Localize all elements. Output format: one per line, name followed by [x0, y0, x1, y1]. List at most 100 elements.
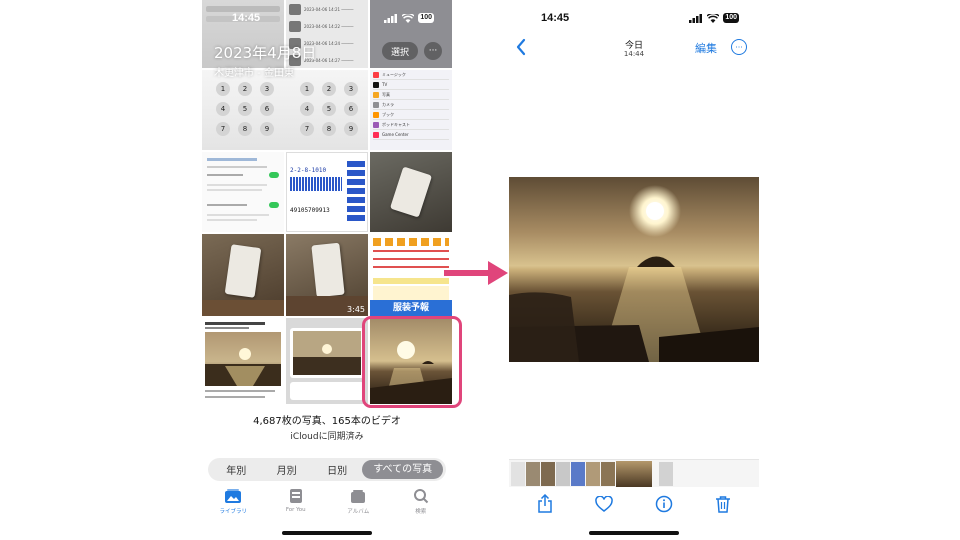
- filmstrip-thumb[interactable]: [571, 462, 585, 486]
- settings-label: Game Center: [382, 132, 409, 137]
- video-duration: 3:45: [347, 305, 365, 314]
- filmstrip-thumb-current[interactable]: [616, 461, 652, 487]
- filmstrip-thumb[interactable]: [601, 462, 615, 486]
- battery-indicator: 100: [418, 13, 434, 23]
- main-photo[interactable]: [509, 177, 759, 362]
- share-icon: [538, 494, 552, 513]
- tab-label: ライブラリ: [219, 509, 247, 515]
- home-indicator: [282, 531, 372, 535]
- filmstrip-thumb[interactable]: [511, 462, 525, 486]
- library-location: 木更津市 - 金田東: [214, 68, 294, 79]
- status-time: 14:45: [232, 12, 261, 24]
- library-counts: 4,687枚の写真、165本のビデオ: [253, 416, 401, 427]
- delete-button[interactable]: [712, 493, 734, 515]
- favorite-button[interactable]: [593, 493, 615, 515]
- status-bar-icons: 100: [689, 13, 739, 23]
- dial-key: 7: [216, 122, 230, 136]
- filmstrip-thumb[interactable]: [586, 462, 600, 486]
- search-icon: [413, 489, 428, 504]
- photo-thumb[interactable]: [202, 152, 284, 232]
- ticket-line: 49105709913: [290, 207, 330, 214]
- photo-thumb[interactable]: 1 2 3 4 5 6 7 8 9 1 2 3 4 5 6 7 8 9: [202, 70, 368, 150]
- more-button[interactable]: ···: [424, 42, 442, 60]
- dial-key: 8: [322, 122, 336, 136]
- dial-key: 8: [238, 122, 252, 136]
- settings-label: ポッドキャスト: [382, 121, 410, 127]
- photo-thumb[interactable]: [370, 152, 452, 232]
- status-bar-icons: 100: [384, 13, 434, 23]
- photos-library-screen: 2023-04-06 14:21 ───── 2023-04-06 14:22 …: [202, 0, 452, 540]
- dial-key: 9: [344, 122, 358, 136]
- photo-toolbar: [509, 490, 759, 518]
- tab-bar: ライブラリ For You アルバム 検索: [202, 488, 452, 520]
- tab-label: アルバム: [347, 509, 370, 515]
- signal-icon: [384, 13, 398, 23]
- photo-thumb[interactable]: 服装予報: [370, 234, 452, 316]
- dial-key: 4: [216, 102, 230, 116]
- filmstrip-thumb[interactable]: [659, 462, 673, 486]
- tab-for-you[interactable]: For You: [266, 488, 326, 520]
- tab-albums[interactable]: アルバム: [328, 488, 388, 520]
- segment-years[interactable]: 年別: [211, 462, 261, 477]
- photo-library-icon: [225, 489, 242, 503]
- dial-key: 5: [322, 102, 336, 116]
- tab-library[interactable]: ライブラリ: [203, 488, 263, 520]
- photo-thumb[interactable]: [202, 234, 284, 316]
- share-button[interactable]: [534, 493, 556, 515]
- screen: 2023-04-06 14:21 ───── 2023-04-06 14:22 …: [0, 0, 960, 540]
- photo-thumb[interactable]: [286, 318, 368, 404]
- dial-key: 1: [300, 82, 314, 96]
- ticket-line: 2-2-8-1010: [290, 167, 327, 174]
- for-you-icon: [289, 489, 302, 503]
- filmstrip-thumb[interactable]: [556, 462, 570, 486]
- status-time: 14:45: [541, 12, 570, 24]
- settings-label: TV: [382, 82, 388, 87]
- sunset-photo: [293, 331, 361, 375]
- dial-key: 2: [238, 82, 252, 96]
- icloud-sync-status: iCloudに同期済み: [290, 432, 364, 442]
- edit-button[interactable]: 編集: [695, 40, 717, 56]
- video-thumb[interactable]: 3:45: [286, 234, 368, 316]
- photo-thumb[interactable]: 2-2-8-1010 49105709913: [286, 152, 368, 232]
- filmstrip-thumb[interactable]: [526, 462, 540, 486]
- dial-key: 6: [260, 102, 274, 116]
- arrow-right-icon: [444, 261, 508, 285]
- albums-icon: [351, 490, 366, 503]
- nav-subtitle: 14:44: [623, 50, 645, 58]
- heart-icon: [595, 496, 614, 512]
- photo-thumb[interactable]: ミュージック TV 写真 カメラ ブック ポッドキャスト Game Center: [370, 70, 452, 150]
- segment-all-photos[interactable]: すべての写真: [362, 460, 444, 479]
- info-button[interactable]: [653, 493, 675, 515]
- dial-key: 2: [322, 82, 336, 96]
- sunset-photo: [205, 332, 281, 386]
- dial-key: 4: [300, 102, 314, 116]
- filmstrip-thumb[interactable]: [541, 462, 555, 486]
- settings-label: 写真: [382, 91, 390, 97]
- segment-days[interactable]: 日別: [312, 462, 362, 477]
- dial-key: 1: [216, 82, 230, 96]
- segment-months[interactable]: 月別: [261, 462, 311, 477]
- dial-key: 3: [344, 82, 358, 96]
- info-icon: [655, 495, 672, 513]
- tab-label: 検索: [415, 509, 427, 515]
- battery-indicator: 100: [723, 13, 739, 23]
- settings-label: ミュージック: [382, 71, 406, 77]
- photo-filmstrip[interactable]: [509, 459, 759, 487]
- view-segmented-control: 年別 月別 日別 すべての写真: [208, 458, 446, 481]
- weather-banner: 服装予報: [370, 300, 452, 316]
- selection-highlight: [362, 316, 462, 408]
- wifi-icon: [707, 13, 720, 23]
- wifi-icon: [402, 13, 415, 23]
- signal-icon: [689, 13, 703, 23]
- dial-key: 7: [300, 122, 314, 136]
- settings-label: ブック: [382, 111, 394, 117]
- dial-key: 9: [260, 122, 274, 136]
- photo-thumb[interactable]: [202, 318, 284, 404]
- dial-key: 6: [344, 102, 358, 116]
- tab-label: For You: [285, 507, 306, 513]
- tab-search[interactable]: 検索: [391, 488, 451, 520]
- library-date-title: 2023年4月8日: [214, 44, 317, 62]
- select-button[interactable]: 選択: [382, 42, 418, 60]
- more-button[interactable]: ···: [731, 39, 747, 55]
- dial-key: 3: [260, 82, 274, 96]
